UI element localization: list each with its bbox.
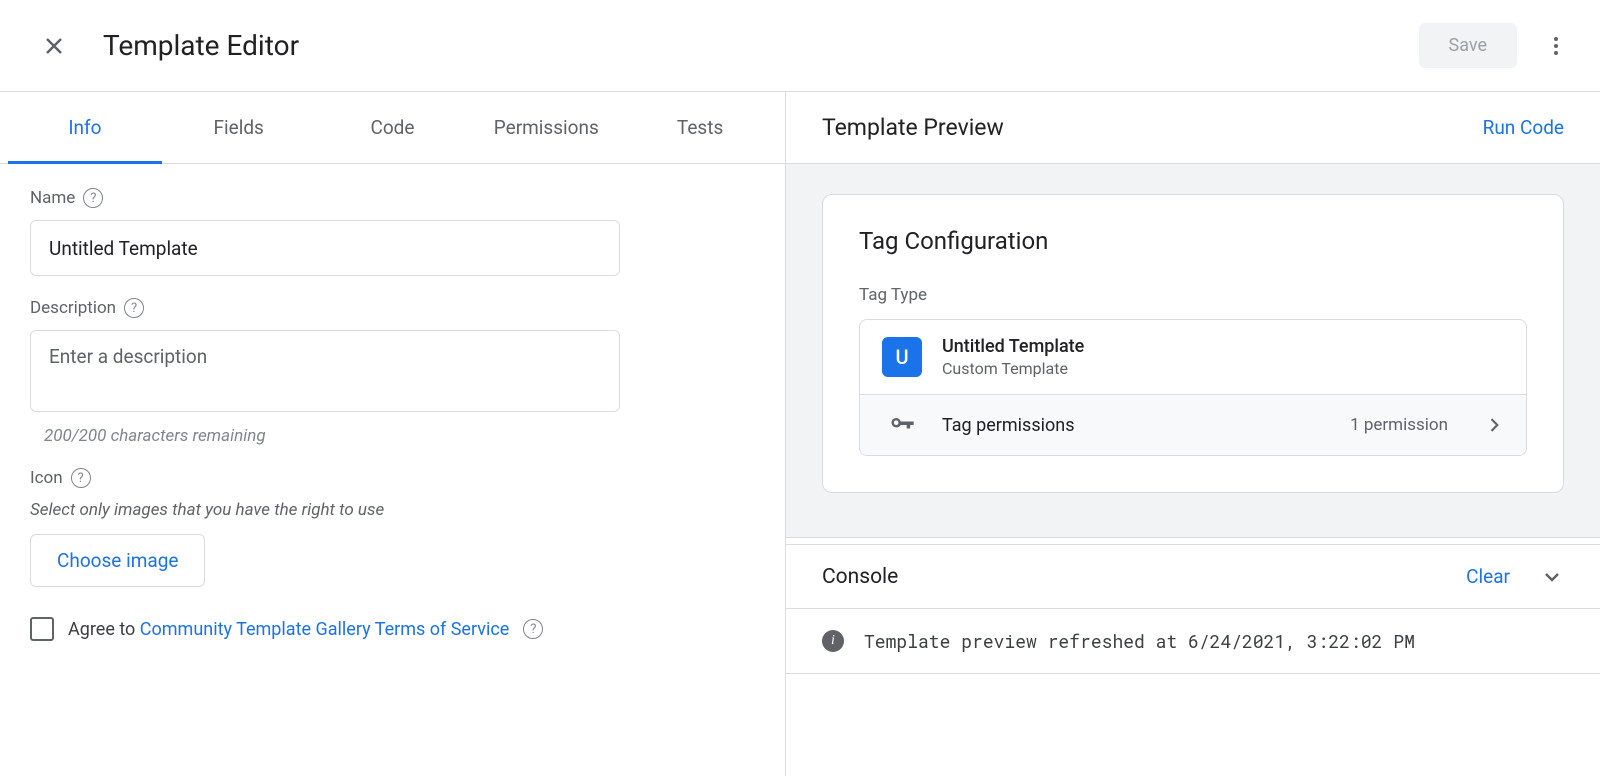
tab-tests[interactable]: Tests [623, 92, 777, 163]
more-vert-icon [1544, 34, 1568, 58]
terms-link[interactable]: Community Template Gallery Terms of Serv… [140, 619, 510, 640]
clear-button[interactable]: Clear [1466, 565, 1510, 588]
help-icon[interactable]: ? [523, 619, 543, 639]
icon-label: Icon [30, 468, 63, 488]
page-title: Template Editor [103, 29, 1419, 62]
help-icon[interactable]: ? [83, 188, 103, 208]
agree-checkbox[interactable] [30, 617, 54, 641]
page-header: Template Editor Save [0, 0, 1600, 92]
preview-panel: Template Preview Run Code Tag Configurat… [786, 92, 1600, 776]
tag-permissions-row[interactable]: Tag permissions 1 permission [860, 394, 1526, 455]
character-counter: 200/200 characters remaining [44, 426, 755, 446]
name-input[interactable] [30, 220, 620, 276]
icon-help-text: Select only images that you have the rig… [30, 500, 755, 520]
close-icon [42, 34, 66, 58]
expand-console-button[interactable] [1540, 565, 1564, 589]
save-button[interactable]: Save [1419, 23, 1518, 68]
tag-letter-icon: U [882, 337, 922, 377]
key-icon [882, 411, 922, 439]
info-icon: i [822, 630, 844, 652]
preview-title: Template Preview [822, 114, 1483, 141]
choose-image-button[interactable]: Choose image [30, 534, 205, 587]
description-label: Description [30, 298, 116, 318]
tag-subtitle: Custom Template [942, 359, 1504, 378]
config-title: Tag Configuration [859, 227, 1527, 255]
console-message: Template preview refreshed at 6/24/2021,… [864, 629, 1415, 653]
editor-panel: Info Fields Code Permissions Tests Name … [0, 92, 786, 776]
tag-name: Untitled Template [942, 336, 1504, 357]
permissions-label: Tag permissions [942, 415, 1330, 436]
tag-type-label: Tag Type [859, 285, 1527, 305]
name-label: Name [30, 188, 75, 208]
tab-info[interactable]: Info [8, 92, 162, 163]
more-menu-button[interactable] [1532, 22, 1580, 70]
tab-fields[interactable]: Fields [162, 92, 316, 163]
tab-permissions[interactable]: Permissions [469, 92, 623, 163]
tag-config-card: Tag Configuration Tag Type U Untitled Te… [822, 194, 1564, 493]
console-header: Console Clear [786, 545, 1600, 609]
chevron-down-icon [1540, 565, 1564, 589]
run-code-button[interactable]: Run Code [1483, 116, 1564, 139]
chevron-right-icon [1484, 415, 1504, 435]
tag-row[interactable]: U Untitled Template Custom Template [860, 320, 1526, 394]
console-row: i Template preview refreshed at 6/24/202… [786, 609, 1600, 674]
permissions-count: 1 permission [1350, 415, 1448, 435]
tab-code[interactable]: Code [316, 92, 470, 163]
description-input[interactable] [30, 330, 620, 412]
help-icon[interactable]: ? [124, 298, 144, 318]
agree-text: Agree to Community Template Gallery Term… [68, 619, 509, 640]
console-title: Console [822, 565, 1466, 589]
close-button[interactable] [30, 22, 78, 70]
tabs-bar: Info Fields Code Permissions Tests [0, 92, 785, 164]
help-icon[interactable]: ? [71, 468, 91, 488]
